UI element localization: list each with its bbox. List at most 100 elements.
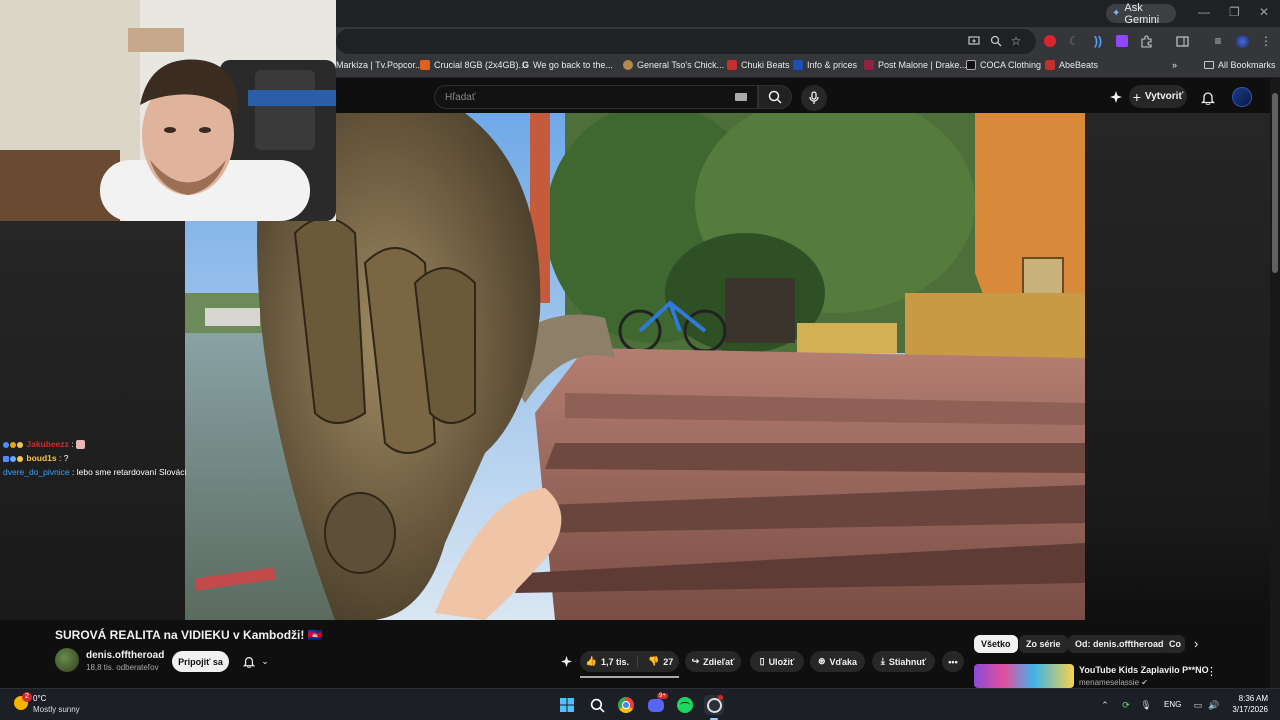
favicon-icon (623, 60, 633, 70)
side-panel-icon[interactable] (1174, 33, 1190, 49)
bookmark-item[interactable]: Chuki Beats (727, 60, 790, 70)
close-icon[interactable]: ✕ (1259, 5, 1269, 19)
minimize-icon[interactable]: — (1198, 5, 1210, 19)
taskbar-search-button[interactable] (587, 695, 607, 715)
chrome-taskbar-icon[interactable] (616, 695, 636, 715)
account-avatar[interactable] (1232, 87, 1252, 107)
channel-avatar[interactable] (55, 648, 79, 672)
bookmarks-overflow-icon[interactable]: » (1172, 60, 1177, 70)
voice-search-button[interactable] (801, 85, 827, 111)
recommended-title[interactable]: YouTube Kids Zaplavilo P**NO (1079, 665, 1209, 675)
reading-list-icon[interactable]: ≡ (1210, 33, 1226, 49)
extensions-puzzle-icon[interactable] (1138, 33, 1154, 49)
clock-date[interactable]: 3/17/2026 (1226, 705, 1268, 714)
recommended-menu-icon[interactable]: ⋮ (1206, 665, 1217, 678)
ask-gemini-button[interactable]: ✦ Ask Gemini (1106, 1, 1176, 26)
extension-opera-icon[interactable] (1042, 33, 1058, 49)
chat-message: boud1s : ? (3, 451, 183, 465)
scrollbar-thumb[interactable] (1272, 93, 1278, 273)
obs-taskbar-icon[interactable] (704, 695, 724, 715)
recommended-thumbnail[interactable] (974, 664, 1074, 688)
right-background-panel (1085, 113, 1270, 620)
recording-indicator (718, 695, 723, 700)
chip-from-channel[interactable]: Od: denis.offtheroad (1068, 635, 1171, 653)
subscriber-count: 18,8 tis. odberateľov (86, 663, 159, 672)
favicon-icon (864, 60, 874, 70)
chip-more[interactable]: Co (1165, 635, 1185, 653)
save-button[interactable]: ▯ Uložiť (750, 651, 804, 672)
all-bookmarks-button[interactable]: All Bookmarks (1204, 60, 1276, 70)
search-input[interactable]: Hľadať (434, 85, 758, 109)
chip-series[interactable]: Zo série (1019, 635, 1068, 653)
microphone-icon (809, 91, 819, 104)
download-label: Stiahnuť (888, 656, 927, 667)
chat-username: boud1s (26, 453, 57, 463)
bookmark-item[interactable]: AbeBeats (1045, 60, 1098, 70)
chat-message-text: lebo sme retardovaní Slováci (76, 467, 187, 477)
video-info-area: SUROVÁ REALITA na VIDIEKU v Kambodži! 🇰🇭… (0, 620, 1270, 688)
language-indicator[interactable]: ENG (1164, 700, 1181, 709)
ask-gemini-label: Ask Gemini (1124, 1, 1160, 26)
chip-all[interactable]: Všetko (974, 635, 1018, 653)
share-icon: ↪ (691, 656, 700, 666)
address-bar[interactable]: ☆ (336, 29, 1036, 54)
bookmark-item[interactable]: Info & prices (793, 60, 857, 70)
weather-badge: 2 (22, 692, 32, 702)
search-button[interactable] (758, 85, 792, 109)
google-icon: G (522, 60, 530, 70)
chrome-menu-icon[interactable]: ⋮ (1258, 33, 1274, 49)
recommended-channel[interactable]: menameselassie ✔ (1079, 678, 1148, 687)
gemini-sparkle-icon[interactable] (1108, 89, 1124, 105)
bookmark-item[interactable]: Post Malone | Drake... (864, 60, 967, 70)
dislike-button[interactable]: 👎 27 (642, 656, 673, 667)
recommended-channel-name: menameselassie (1079, 678, 1140, 687)
like-count: 1,7 tis. (600, 656, 629, 667)
volume-icon[interactable]: 🔊 (1207, 698, 1221, 712)
ask-ai-button[interactable] (556, 651, 576, 672)
channel-name[interactable]: denis.offtheroad (86, 650, 164, 661)
bell-icon (243, 657, 256, 668)
bookmark-item[interactable]: COCA Clothing (966, 60, 1041, 70)
download-button[interactable]: ⤓ Stiahnuť (872, 651, 935, 672)
favicon-icon (966, 60, 976, 70)
bookmark-item[interactable]: G We go back to the... (522, 60, 613, 70)
favicon-icon (1045, 60, 1055, 70)
join-button[interactable]: Pripojiť sa (172, 651, 229, 672)
subscription-bell-button[interactable]: ⌄ (234, 651, 278, 672)
share-button[interactable]: ↪ Zdieľať (685, 651, 741, 672)
tray-sync-icon[interactable]: ⟳ (1119, 698, 1133, 712)
install-app-icon[interactable] (966, 33, 982, 49)
keyboard-icon[interactable] (735, 93, 747, 101)
plus-icon: + (1132, 88, 1141, 105)
page-scrollbar[interactable] (1270, 79, 1280, 688)
extension-moon-icon[interactable]: ☾ (1066, 33, 1082, 49)
tray-microphone-icon[interactable]: 🎙 (1139, 698, 1153, 712)
bookmark-star-icon[interactable]: ☆ (1008, 33, 1024, 49)
favicon-icon (727, 60, 737, 70)
network-icon[interactable]: ▭ (1191, 698, 1205, 712)
chevron-right-icon[interactable]: › (1194, 636, 1198, 651)
tray-overflow-icon[interactable]: ⌃ (1098, 698, 1112, 712)
extension-twitch-icon[interactable] (1114, 33, 1130, 49)
restore-icon[interactable]: ❐ (1229, 5, 1240, 19)
share-label: Zdieľať (703, 656, 735, 667)
like-button[interactable]: 👍 1,7 tis. (586, 656, 638, 667)
notifications-bell-icon[interactable] (1200, 89, 1216, 105)
spotify-taskbar-icon[interactable] (675, 695, 695, 715)
chat-separator: : (68, 439, 76, 449)
start-button[interactable] (557, 695, 577, 715)
zoom-icon[interactable] (988, 33, 1004, 49)
profile-avatar[interactable] (1234, 33, 1250, 49)
bookmark-item[interactable]: General Tso's Chick... (623, 60, 724, 70)
more-actions-button[interactable]: ••• (942, 651, 964, 672)
clock-time[interactable]: 8:36 AM (1232, 694, 1268, 703)
bookmark-item[interactable]: Markíza | Tv.Popcor... (336, 60, 423, 70)
create-button[interactable]: + Vytvoriť (1129, 85, 1187, 108)
dislike-count: 27 (663, 656, 674, 667)
discord-taskbar-icon[interactable]: 9+ (646, 693, 668, 715)
thanks-button[interactable]: ⊛ Vďaka (810, 651, 865, 672)
save-label: Uložiť (768, 656, 795, 667)
extension-wave-icon[interactable]: )) (1090, 33, 1106, 49)
webcam-overlay (0, 0, 336, 221)
bookmark-item[interactable]: Crucial 8GB (2x4GB)... (420, 60, 526, 70)
